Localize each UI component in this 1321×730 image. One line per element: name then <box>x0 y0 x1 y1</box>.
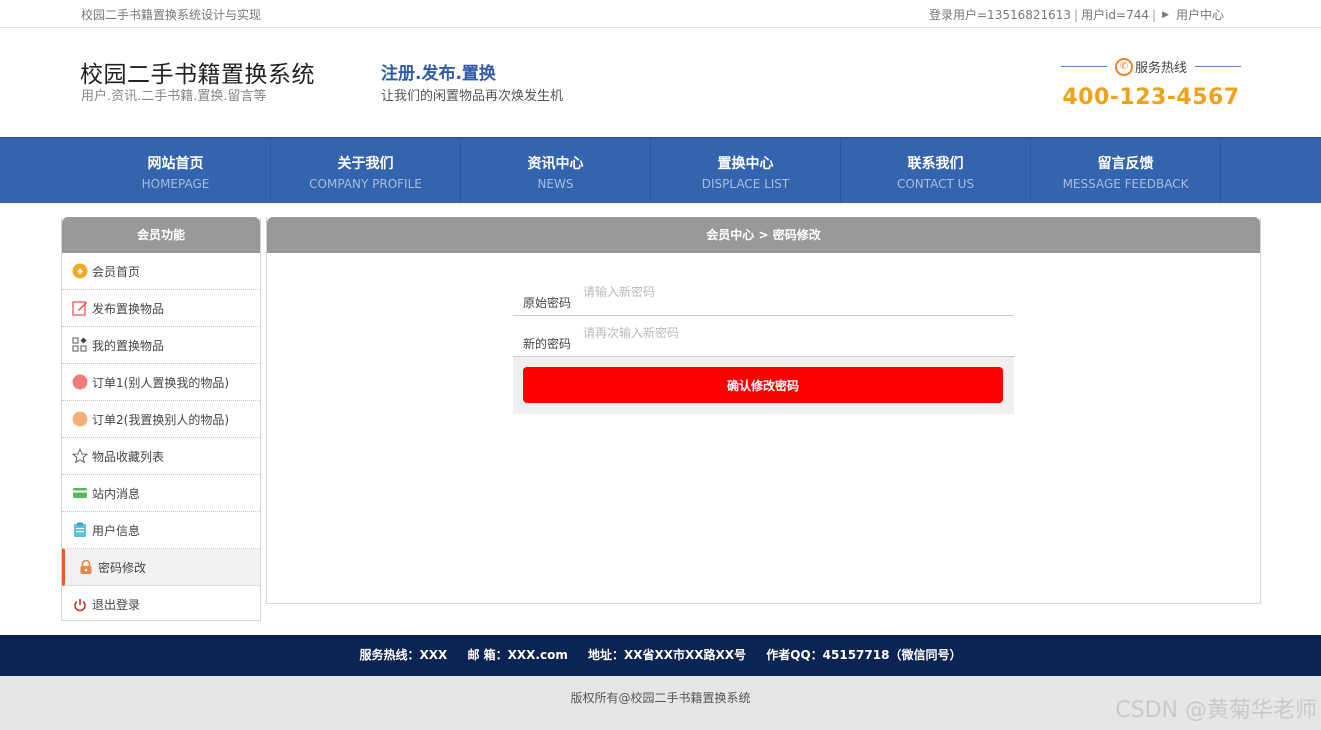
phone-icon: ✆ <box>1115 57 1133 76</box>
site-title: 校园二手书籍置换系统 <box>80 62 315 88</box>
login-user: 登录用户=13516821613 <box>929 8 1072 22</box>
power-icon <box>72 597 88 613</box>
site-header: 校园二手书籍置换系统 用户.资讯.二手书籍.置换.留言等 注册.发布.置换 让我… <box>0 28 1321 137</box>
sidebar-title: 会员功能 <box>62 217 260 253</box>
hotline-label: ✆ 服务热线 <box>1061 57 1242 76</box>
nav-item-displace[interactable]: 置换中心 DISPLACE LIST <box>651 139 841 203</box>
top-bar: 校园二手书籍置换系统设计与实现 登录用户=13516821613 | 用户id=… <box>0 0 1321 28</box>
password-form: 原始密码 新的密码 确认修改密码 <box>513 275 1014 414</box>
old-password-input[interactable] <box>583 285 1003 299</box>
slogan-subtitle: 让我们的闲置物品再次焕发生机 <box>381 89 564 104</box>
footer-contact-bar: 服务热线：XXX 邮 箱：XXX.com 地址：XX省XX市XX路XX号 作者Q… <box>0 635 1321 676</box>
old-password-row: 原始密码 <box>513 275 1014 316</box>
hotline-text: 服务热线 <box>1135 61 1188 76</box>
separator: | <box>1074 7 1079 22</box>
footer-hotline: 服务热线：XXX <box>359 648 448 662</box>
sidebar-item-publish[interactable]: 发布置换物品 <box>62 290 260 327</box>
separator: | <box>1152 7 1157 22</box>
sidebar-item-order1[interactable]: 订单1(别人置换我的物品) <box>62 364 260 401</box>
sidebar-item-member-home[interactable]: 会员首页 <box>62 253 260 290</box>
new-password-row: 新的密码 <box>513 316 1014 357</box>
sidebar-item-user-info[interactable]: 用户信息 <box>62 512 260 549</box>
user-id: 用户id=744 <box>1081 8 1150 22</box>
user-info-icon <box>72 522 88 538</box>
star-icon <box>72 448 88 464</box>
order2-icon <box>72 411 88 427</box>
nav-item-contact[interactable]: 联系我们 CONTACT US <box>841 139 1031 203</box>
chevron-right-icon: ▶ <box>1162 9 1169 20</box>
sidebar-item-messages[interactable]: 站内消息 <box>62 475 260 512</box>
nav-item-feedback[interactable]: 留言反馈 MESSAGE FEEDBACK <box>1031 139 1221 203</box>
message-icon <box>72 485 88 501</box>
watermark: CSDN @黄菊华老师 <box>1115 698 1317 723</box>
footer-address: 地址：XX省XX市XX路XX号 <box>588 648 747 662</box>
order-icon <box>72 374 88 390</box>
breadcrumb: 会员中心 > 密码修改 <box>267 217 1260 253</box>
new-password-label: 新的密码 <box>523 337 572 351</box>
confirm-change-password-button[interactable]: 确认修改密码 <box>523 367 1003 403</box>
grid-icon <box>72 337 88 353</box>
hotline-number: 400-123-4567 <box>1062 85 1240 110</box>
sidebar-item-logout[interactable]: 退出登录 <box>62 586 260 623</box>
old-password-label: 原始密码 <box>523 296 572 310</box>
main-nav: 网站首页 HOMEPAGE 关于我们 COMPANY PROFILE 资讯中心 … <box>0 137 1321 203</box>
site-subtitle: 用户.资讯.二手书籍.置换.留言等 <box>81 89 267 104</box>
lock-icon <box>78 559 94 575</box>
new-password-input[interactable] <box>583 326 1003 340</box>
edit-icon <box>72 300 88 316</box>
home-icon <box>72 263 88 279</box>
divider <box>1195 66 1242 67</box>
user-status: 登录用户=13516821613 | 用户id=744 | ▶ 用户中心 <box>929 6 1224 23</box>
nav-item-home[interactable]: 网站首页 HOMEPAGE <box>81 139 271 203</box>
user-center-link[interactable]: 用户中心 <box>1176 6 1224 23</box>
nav-item-about[interactable]: 关于我们 COMPANY PROFILE <box>271 139 461 203</box>
nav-item-news[interactable]: 资讯中心 NEWS <box>461 139 651 203</box>
system-caption: 校园二手书籍置换系统设计与实现 <box>81 8 262 22</box>
main-content: 会员中心 > 密码修改 原始密码 新的密码 确认修改密码 <box>266 217 1261 604</box>
sidebar-item-order2[interactable]: 订单2(我置换别人的物品) <box>62 401 260 438</box>
member-sidebar: 会员功能 会员首页 发布置换物品 我的置换物品 订单1(别人置换我的物品) 订单… <box>61 217 261 621</box>
footer-qq: 作者QQ：45157718（微信同号） <box>766 648 962 662</box>
sidebar-item-favorites[interactable]: 物品收藏列表 <box>62 438 260 475</box>
slogan: 注册.发布.置换 <box>381 64 496 84</box>
sidebar-item-change-password[interactable]: 密码修改 <box>62 549 260 586</box>
sidebar-item-my-items[interactable]: 我的置换物品 <box>62 327 260 364</box>
divider <box>1061 66 1107 67</box>
footer-email: 邮 箱：XXX.com <box>467 648 568 662</box>
